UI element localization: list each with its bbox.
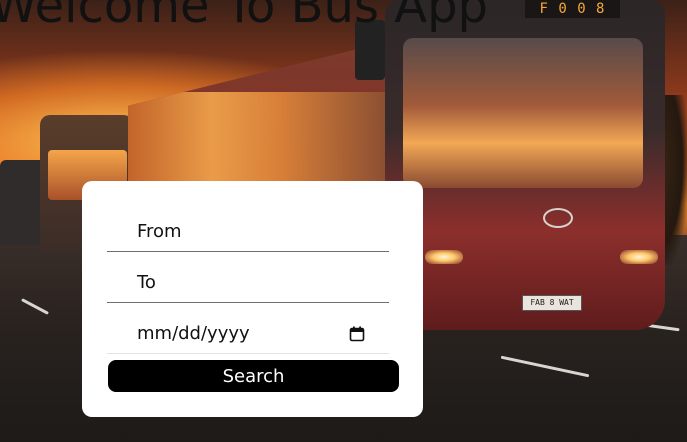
search-form-card: From To mm/dd/yyyy Search [82,181,423,417]
headlight [425,250,463,264]
bus-windshield [403,38,643,188]
calendar-icon[interactable] [349,326,365,342]
bus-front: F 0 0 8 FAB 8 WAT [355,0,665,330]
search-button[interactable]: Search [108,360,399,392]
from-input[interactable]: From [107,212,389,252]
date-placeholder: mm/dd/yyyy [137,323,250,344]
bus-logo [543,208,573,228]
page-title: Welcome To Bus App [0,0,488,34]
date-input[interactable]: mm/dd/yyyy [107,314,389,354]
to-placeholder: To [137,272,156,293]
to-input[interactable]: To [107,263,389,303]
headlight [620,250,658,264]
license-plate: FAB 8 WAT [522,295,582,311]
from-placeholder: From [137,221,182,242]
bus-destination-sign: F 0 0 8 [525,0,620,18]
